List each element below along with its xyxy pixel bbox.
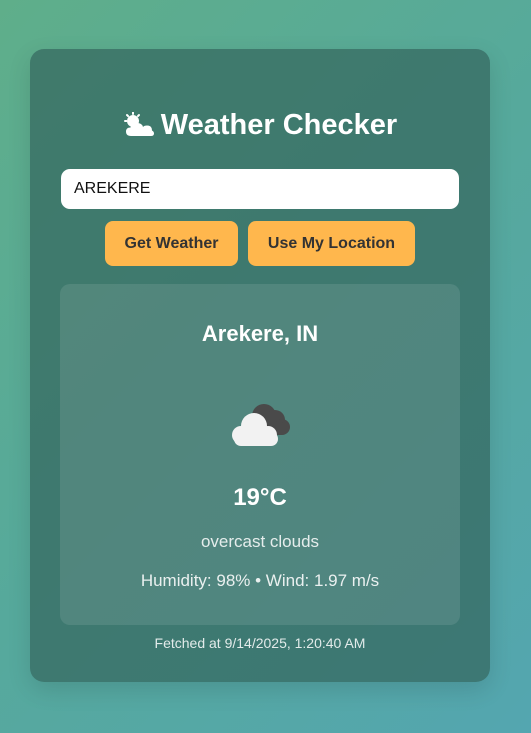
weather-card: Weather Checker Get Weather Use My Locat… [30, 49, 490, 682]
temperature: 19°C [233, 484, 287, 511]
get-weather-button[interactable]: Get Weather [105, 221, 238, 266]
fetched-timestamp: Fetched at 9/14/2025, 1:20:40 AM [154, 635, 366, 651]
use-my-location-button[interactable]: Use My Location [248, 221, 415, 266]
search-input[interactable] [61, 169, 459, 209]
location-name: Arekere, IN [201, 321, 319, 346]
weather-result-panel: Arekere, IN 19°C overcast clouds Humidit… [60, 284, 460, 625]
page-title: Weather Checker [30, 107, 490, 147]
page-title-text: Weather Checker [160, 109, 398, 141]
weather-description: overcast clouds [200, 532, 320, 551]
sun-behind-cloud-icon [123, 111, 155, 147]
overcast-clouds-icon [220, 394, 300, 454]
humidity-wind-details: Humidity: 98% • Wind: 1.97 m/s [140, 571, 380, 590]
